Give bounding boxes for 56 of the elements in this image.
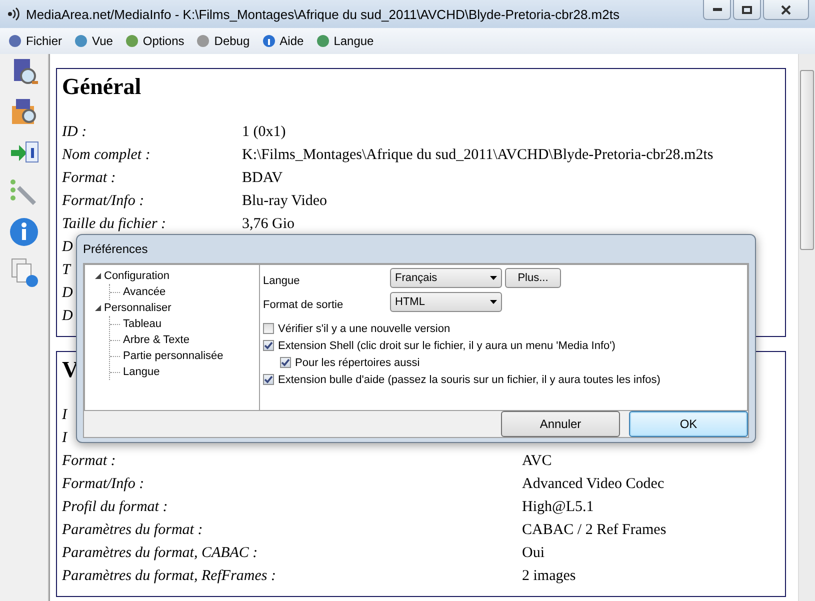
field-label: Format : [62,452,116,471]
checkbox-option[interactable]: Vérifier s'il y a une nouvelle version [263,321,744,336]
tree-item[interactable]: Avancée [110,284,259,300]
field-label: D [62,284,73,303]
field-value: CABAC / 2 Ref Frames [522,521,666,540]
field-value: 2 images [522,567,576,586]
field-value: 1 (0x1) [242,123,286,142]
field-label: Format/Info : [62,192,144,211]
tree-item[interactable]: Tableau [110,316,259,332]
cancel-button[interactable]: Annuler [501,411,620,437]
field-label: Format de sortie [263,298,344,311]
tree-item[interactable]: Personnaliser [95,300,259,316]
field-label: I [62,406,67,425]
section-heading: Général [62,74,142,100]
checkbox-option[interactable]: Pour les répertoires aussi [280,355,744,370]
window-title: MediaArea.net/MediaInfo - K:\Films_Montages\Afrique du sud_2011\AVCHD\Blyde-Pretoria-cbr28.m2ts [26,6,620,22]
field-label: Format : [62,169,116,188]
field-label: Nom complet : [62,146,150,165]
field-label: ID : [62,123,87,142]
field-label: Paramètres du format, CABAC : [62,544,258,563]
field-label: Langue [263,274,301,287]
menu-item[interactable]: Debug [196,34,250,48]
menu-item[interactable]: Fichier [8,34,62,48]
tree-item[interactable]: Arbre & Texte [110,332,259,348]
tree-item[interactable]: Partie personnalisée [110,348,259,364]
field-label: Taille du fichier : [62,215,166,234]
field-label: Profil du format : [62,498,168,517]
field-label: I [62,429,67,448]
field-label: Paramètres du format : [62,521,203,540]
tree-item[interactable]: Langue [110,364,259,380]
menu-item[interactable]: Vue [74,34,113,48]
field-label: D [62,307,73,326]
field-value: Advanced Video Codec [522,475,664,494]
section-heading: V [62,357,79,383]
dialog-title: Préférences [83,241,149,258]
checkbox-option[interactable]: Extension Shell (clic droit sur le fichier, il y aura un menu 'Media Info') [263,338,744,353]
field-value: K:\Films_Montages\Afrique du sud_2011\AVCHD\Blyde-Pretoria-cbr28.m2ts [242,146,714,165]
field-label: Paramètres du format, RefFrames : [62,567,276,586]
dropdown[interactable]: HTML [390,292,502,312]
menu-item[interactable]: Langue [316,34,374,48]
field-value: High@L5.1 [522,498,594,517]
field-value: 3,76 Gio [242,215,294,234]
field-value: BDAV [242,169,283,188]
field-label: T [62,261,70,280]
tree-item[interactable]: Configuration [95,268,259,284]
field-label: Format/Info : [62,475,144,494]
menu-item[interactable]: Aide [262,34,304,48]
ok-button[interactable]: OK [629,411,748,437]
field-value: AVC [522,452,552,471]
menu-item[interactable]: Options [124,34,184,48]
checkbox-option[interactable]: Extension bulle d'aide (passez la souris sur un fichier, il y aura toutes les infos) [263,372,744,387]
field-value: Blu-ray Video [242,192,328,211]
more-button[interactable]: Plus... [505,268,561,288]
dropdown[interactable]: Français [390,268,502,288]
field-value: Oui [522,544,544,563]
field-label: D [62,238,73,257]
